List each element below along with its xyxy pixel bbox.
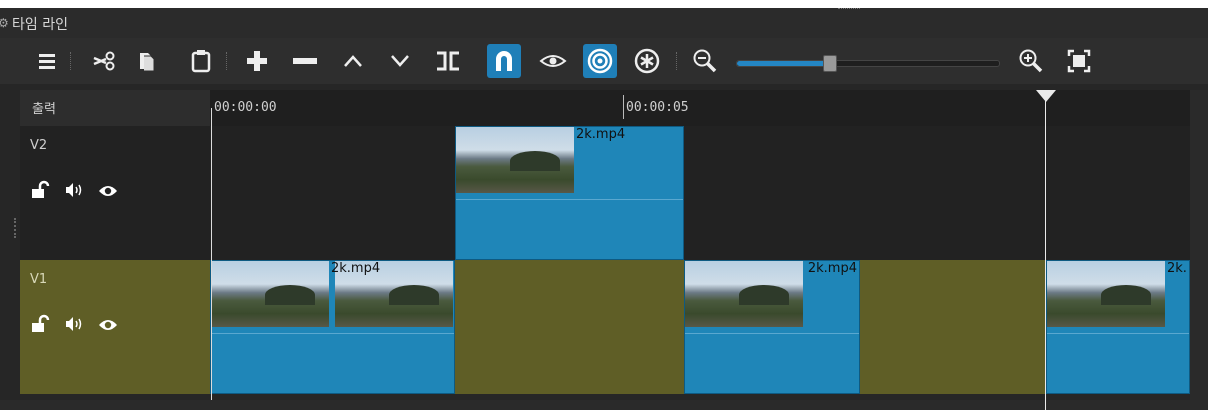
output-label: 출력 — [32, 102, 56, 117]
drag-handle[interactable] — [838, 8, 860, 12]
track-lane-v1[interactable]: 2k.mp4 2k.mp4 2k. — [210, 260, 1190, 394]
copy-button[interactable] — [130, 44, 164, 78]
clip-thumbnail — [685, 261, 803, 327]
paste-button[interactable] — [184, 44, 218, 78]
track-name: V2 — [30, 138, 48, 153]
append-button[interactable] — [240, 44, 274, 78]
cut-button[interactable] — [88, 44, 122, 78]
ripple-button[interactable] — [583, 44, 617, 78]
panel-title: 타임 라인 — [12, 17, 68, 33]
clip-divider — [1047, 333, 1189, 334]
clip-thumbnail — [1047, 261, 1165, 327]
title-bar: ⚙ 타임 라인 — [0, 8, 1208, 39]
eye-icon[interactable] — [98, 317, 118, 336]
clip[interactable]: 2k.mp4 — [210, 260, 455, 394]
track-controls — [30, 314, 118, 338]
horizontal-scrollbar[interactable] — [0, 400, 1208, 410]
clip-divider — [685, 333, 859, 334]
ruler-tick-label: 00:00:05 — [626, 100, 689, 115]
playhead-handle[interactable] — [1036, 90, 1056, 102]
track-lane-v2[interactable]: 2k.mp4 — [210, 126, 1190, 260]
ruler-tick-label: 00:00:00 — [214, 100, 277, 115]
clip[interactable]: 2k.mp4 — [455, 126, 684, 260]
clip-thumbnail — [456, 127, 574, 193]
zoom-slider-fill — [737, 61, 829, 66]
lift-button[interactable] — [336, 44, 370, 78]
remove-button[interactable] — [288, 44, 322, 78]
resize-handle[interactable] — [14, 218, 19, 238]
clip-divider — [456, 199, 683, 200]
gear-icon[interactable]: ⚙ — [0, 16, 9, 30]
clip[interactable]: 2k. — [1046, 260, 1190, 394]
eye-icon[interactable] — [98, 183, 118, 202]
clip-name: 2k. — [1167, 261, 1187, 276]
zoom-slider-handle[interactable] — [823, 55, 837, 72]
ruler-tick — [623, 95, 624, 119]
clip-divider — [211, 333, 454, 334]
clip-name: 2k.mp4 — [331, 261, 381, 276]
snap-button[interactable] — [487, 44, 521, 78]
output-header[interactable]: 출력 — [20, 90, 210, 126]
toolbar-separator — [70, 52, 72, 70]
timeline-panel: ⚙ 타임 라인 출력 V2 V1 00:00:00 00:00:05 2k.mp… — [0, 8, 1208, 410]
track-header-v2[interactable]: V2 — [20, 126, 210, 264]
clip-name: 2k.mp4 — [807, 261, 857, 276]
zoom-in-button[interactable] — [1014, 44, 1048, 78]
clip-thumbnail — [211, 261, 329, 327]
lock-icon[interactable] — [30, 180, 50, 204]
track-name: V1 — [30, 272, 48, 287]
ripple-all-button[interactable] — [630, 44, 664, 78]
zoom-slider[interactable] — [736, 55, 1000, 72]
clip[interactable]: 2k.mp4 — [684, 260, 860, 394]
playhead[interactable] — [1045, 90, 1046, 410]
toolbar-separator — [226, 52, 228, 70]
audio-icon[interactable] — [64, 316, 84, 336]
zoom-out-button[interactable] — [688, 44, 722, 78]
clip-name: 2k.mp4 — [576, 127, 626, 142]
track-header-v1[interactable]: V1 — [20, 260, 210, 394]
zoom-fit-button[interactable] — [1062, 44, 1096, 78]
overwrite-button[interactable] — [383, 44, 417, 78]
split-button[interactable] — [431, 44, 465, 78]
lock-icon[interactable] — [30, 314, 50, 338]
audio-icon[interactable] — [64, 182, 84, 202]
track-controls — [30, 180, 118, 204]
timeline-start-marker — [211, 108, 212, 400]
toolbar — [0, 38, 1208, 84]
toolbar-separator — [676, 52, 678, 70]
vertical-scrollbar[interactable] — [1190, 90, 1208, 410]
menu-button[interactable] — [30, 44, 64, 78]
scrub-button[interactable] — [536, 44, 570, 78]
